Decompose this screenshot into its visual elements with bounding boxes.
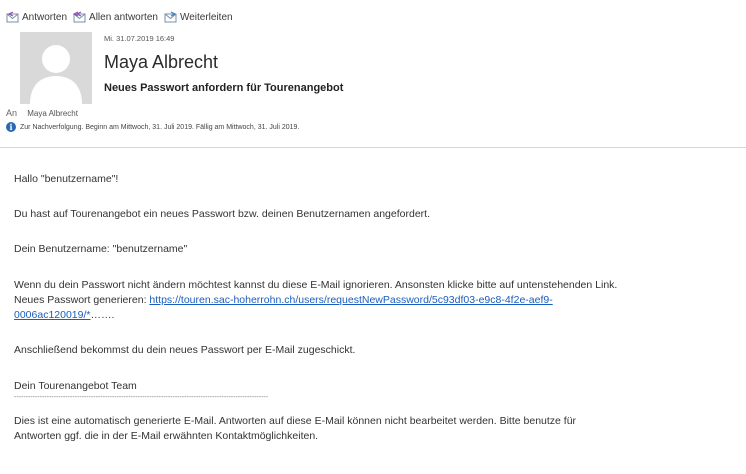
separator-line: ----------------------------------------… xyxy=(14,394,269,401)
generate-line-cont: 0006ac120019/*……. xyxy=(14,308,114,323)
generate-line: Neues Passwort generieren: https://toure… xyxy=(14,293,553,308)
to-label: An xyxy=(6,108,18,118)
username-text: Dein Benutzername: "benutzername" xyxy=(14,243,188,255)
forward-icon xyxy=(164,11,177,23)
reply-label: Antworten xyxy=(22,11,68,23)
reply-all-icon xyxy=(73,11,86,23)
intro-text: Du hast auf Tourenangebot ein neues Pass… xyxy=(14,208,431,220)
info-icon: i xyxy=(6,122,16,132)
reply-button[interactable]: Antworten xyxy=(6,11,67,23)
recipient-name[interactable]: Maya Albrecht xyxy=(27,109,78,118)
followup-text: Zur Nachverfolgung. Beginn am Mittwoch, … xyxy=(20,123,300,131)
recipient-line: An Maya Albrecht xyxy=(6,108,78,118)
message-subject: Neues Passwort anfordern für Tourenangeb… xyxy=(104,82,344,94)
ignore-text: Wenn du dein Passwort nicht ändern möcht… xyxy=(14,279,618,291)
header-divider xyxy=(0,147,746,148)
signature-text: Dein Tourenangebot Team xyxy=(14,380,137,392)
person-silhouette-icon xyxy=(30,45,82,104)
message-toolbar: Antworten Allen antworten Weiterleiten xyxy=(6,9,239,25)
reply-icon xyxy=(6,11,19,23)
after-text: Anschließend bekommst du dein neues Pass… xyxy=(14,344,356,356)
sent-date: Mi. 31.07.2019 16:49 xyxy=(104,34,175,43)
greeting-text: Hallo "benutzername"! xyxy=(14,173,119,185)
reset-password-link-cont[interactable]: 0006ac120019/* xyxy=(14,309,91,321)
auto-notice-1: Dies ist eine automatisch generierte E-M… xyxy=(14,415,577,427)
reply-all-label: Allen antworten xyxy=(89,11,158,23)
reset-password-link[interactable]: https://touren.sac-hoherrohn.ch/users/re… xyxy=(149,294,552,306)
followup-banner: i Zur Nachverfolgung. Beginn am Mittwoch… xyxy=(6,121,299,133)
reply-all-button[interactable]: Allen antworten xyxy=(73,11,158,23)
forward-label: Weiterleiten xyxy=(179,11,233,23)
sender-name[interactable]: Maya Albrecht xyxy=(104,52,218,73)
auto-notice-2: Antworten ggf. die in der E-Mail erwähnt… xyxy=(14,430,319,442)
generate-label: Neues Passwort generieren: xyxy=(14,294,150,306)
sender-avatar xyxy=(20,32,92,104)
link-suffix: ……. xyxy=(90,309,115,321)
forward-button[interactable]: Weiterleiten xyxy=(164,11,233,23)
